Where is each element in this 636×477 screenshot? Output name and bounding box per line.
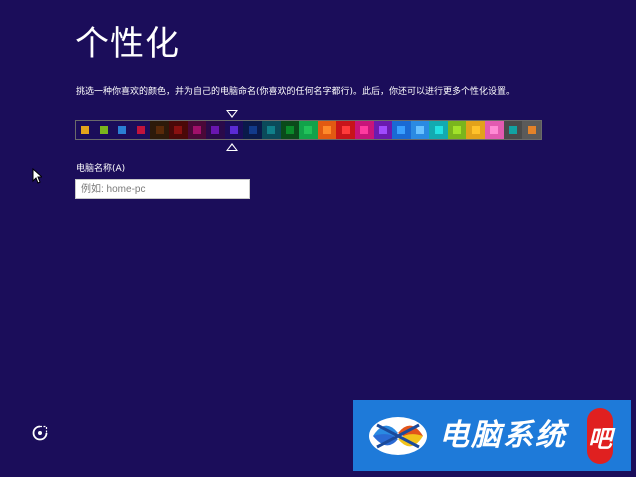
color-swatch[interactable] — [76, 121, 95, 139]
windows-flag-logo-icon — [369, 416, 427, 455]
color-swatch[interactable] — [150, 121, 169, 139]
color-swatch[interactable] — [466, 121, 486, 139]
color-swatch-chip — [248, 126, 257, 134]
color-selection-marker-top — [226, 110, 238, 118]
color-swatch[interactable] — [224, 121, 244, 139]
color-swatch-chip — [230, 126, 239, 134]
color-swatch[interactable] — [261, 121, 281, 139]
color-swatch-chip — [174, 126, 183, 134]
color-palette[interactable] — [75, 120, 542, 140]
color-swatch-chip — [211, 126, 220, 134]
color-swatch[interactable] — [187, 121, 207, 139]
watermark-badge: 吧 — [587, 408, 613, 464]
mouse-pointer-icon — [32, 168, 42, 184]
color-swatch[interactable] — [206, 121, 225, 139]
color-swatch-chip — [527, 126, 536, 134]
watermark-banner: 电脑系统 吧 — [353, 400, 631, 471]
color-swatch-chip — [155, 126, 164, 134]
color-swatch-chip — [267, 126, 276, 134]
color-swatch[interactable] — [317, 121, 337, 139]
color-swatch-chip — [508, 126, 517, 134]
color-swatch-chip — [81, 126, 90, 134]
color-swatch[interactable] — [113, 121, 132, 139]
pc-name-label: 电脑名称(A) — [76, 164, 126, 174]
color-swatch[interactable] — [336, 121, 355, 139]
color-swatch[interactable] — [280, 121, 300, 139]
color-swatch-chip — [397, 126, 406, 134]
color-swatch-chip — [118, 126, 127, 134]
color-swatch-chip — [378, 126, 387, 134]
color-swatch[interactable] — [354, 121, 374, 139]
color-swatch-chip — [360, 126, 369, 134]
color-swatch[interactable] — [429, 121, 448, 139]
color-swatch-chip — [323, 126, 332, 134]
color-swatch-chip — [99, 126, 108, 134]
color-swatch-chip — [453, 126, 462, 134]
color-swatch[interactable] — [168, 121, 188, 139]
color-swatch-chip — [285, 126, 294, 134]
color-swatch-chip — [304, 126, 313, 134]
color-swatch-chip — [471, 126, 480, 134]
color-swatch[interactable] — [485, 121, 504, 139]
pc-name-input[interactable] — [75, 179, 250, 199]
page-title: 个性化 — [75, 24, 180, 64]
color-swatch-chip — [434, 126, 443, 134]
ease-of-access-icon[interactable] — [31, 424, 49, 442]
color-swatch[interactable] — [503, 121, 523, 139]
color-swatch-chip — [415, 126, 424, 134]
color-swatch[interactable] — [131, 121, 151, 139]
color-swatch[interactable] — [410, 121, 430, 139]
color-swatch-chip — [192, 126, 201, 134]
color-swatch[interactable] — [94, 121, 114, 139]
watermark-text: 电脑系统 — [439, 417, 567, 453]
color-swatch[interactable] — [447, 121, 467, 139]
color-swatch[interactable] — [243, 121, 262, 139]
color-selection-marker-bottom — [226, 143, 238, 151]
color-swatch[interactable] — [392, 121, 411, 139]
color-swatch[interactable] — [522, 121, 541, 139]
page-description: 挑选一种你喜欢的颜色，并为自己的电脑命名(你喜欢的任何名字都行)。此后，你还可以… — [76, 87, 516, 97]
color-swatch-chip — [490, 126, 499, 134]
color-swatch[interactable] — [373, 121, 393, 139]
color-swatch-chip — [137, 126, 146, 134]
color-swatch[interactable] — [299, 121, 318, 139]
color-swatch-chip — [341, 126, 350, 134]
